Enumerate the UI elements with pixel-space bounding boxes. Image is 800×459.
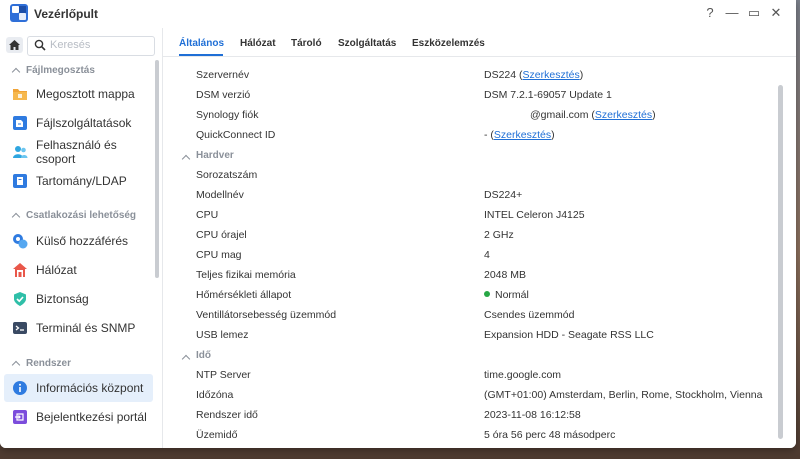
maximize-button[interactable]: ▭ xyxy=(746,5,762,21)
info-row-fan-mode: Ventillátorsebesség üzemmód Csendes üzem… xyxy=(196,309,575,321)
info-row-serial-number: Sorozatszám xyxy=(196,169,258,181)
info-row-system-time: Rendszer idő 2023-11-08 16:12:58 xyxy=(196,409,581,421)
tab-network[interactable]: Hálózat xyxy=(240,38,276,49)
chevron-up-icon xyxy=(11,67,21,76)
chevron-up-icon xyxy=(11,212,21,221)
sidebar-item-external-access[interactable]: Külső hozzáférés xyxy=(4,227,153,255)
user-group-icon xyxy=(12,144,28,160)
info-row-synology-account: Synology fiók @gmail.com (Szerkesztés) xyxy=(196,109,656,121)
window-title: Vezérlőpult xyxy=(34,7,99,21)
sidebar-item-domain-ldap[interactable]: Tartomány/LDAP xyxy=(4,167,153,195)
info-row-cpu: CPU INTEL Celeron J4125 xyxy=(196,209,585,221)
sidebar-item-network[interactable]: Hálózat xyxy=(4,256,153,284)
sidebar-item-info-center[interactable]: Információs központ xyxy=(4,374,153,402)
minimize-button[interactable]: — xyxy=(724,5,740,20)
edit-server-name-link[interactable]: Szerkesztés xyxy=(523,69,580,81)
sidebar-item-login-portal[interactable]: Bejelentkezési portál xyxy=(4,403,153,431)
info-row-cpu-cores: CPU mag 4 xyxy=(196,249,490,261)
group-header-time[interactable]: Idő xyxy=(177,345,777,365)
status-ok-dot xyxy=(484,291,490,297)
home-icon xyxy=(9,40,20,50)
tab-service[interactable]: Szolgáltatás xyxy=(338,38,396,49)
external-access-icon xyxy=(12,233,28,249)
edit-synology-account-link[interactable]: Szerkesztés xyxy=(595,109,652,121)
search-input[interactable] xyxy=(50,38,148,52)
info-row-usb-disk: USB lemez Expansion HDD - Seagate RSS LL… xyxy=(196,329,654,341)
control-panel-window: Vezérlőpult ? — ▭ ✕ Fájlmegosztás xyxy=(0,0,796,448)
chevron-up-icon xyxy=(181,354,191,364)
tab-general[interactable]: Általános xyxy=(179,38,224,49)
active-tab-indicator xyxy=(179,54,223,56)
terminal-icon xyxy=(12,320,28,336)
section-header-connectivity[interactable]: Csatlakozási lehetőség xyxy=(11,208,136,222)
info-row-quickconnect-id: QuickConnect ID - (Szerkesztés) xyxy=(196,129,555,141)
home-button[interactable] xyxy=(6,37,23,53)
sidebar-item-shared-folder[interactable]: Megosztott mappa xyxy=(4,80,153,108)
title-bar: Vezérlőpult ? — ▭ ✕ xyxy=(0,0,796,28)
content-scrollbar[interactable] xyxy=(778,85,783,439)
tab-storage[interactable]: Tároló xyxy=(291,38,322,49)
group-header-hardware[interactable]: Hardver xyxy=(177,145,777,165)
search-icon xyxy=(34,39,46,51)
main-panel: Általános Hálózat Tároló Szolgáltatás Es… xyxy=(163,28,796,448)
file-services-icon xyxy=(12,115,28,131)
info-row-ntp-server: NTP Server time.google.com xyxy=(196,369,562,381)
info-row-timezone: Időzóna (GMT+01:00) Amsterdam, Berlin, R… xyxy=(196,389,763,401)
tab-bar: Általános Hálózat Tároló Szolgáltatás Es… xyxy=(163,28,796,57)
domain-ldap-icon xyxy=(12,173,28,189)
close-button[interactable]: ✕ xyxy=(768,5,784,21)
section-header-file-sharing[interactable]: Fájlmegosztás xyxy=(11,63,95,77)
info-row-cpu-clock: CPU órajel 2 GHz xyxy=(196,229,514,241)
sidebar: Fájlmegosztás Megosztott mappa Fájlszolg… xyxy=(0,28,163,448)
section-header-system[interactable]: Rendszer xyxy=(11,356,71,370)
help-button[interactable]: ? xyxy=(702,5,718,20)
info-center-icon xyxy=(12,380,28,396)
search-box[interactable] xyxy=(27,36,155,56)
control-panel-app-icon xyxy=(10,4,28,22)
info-row-memory: Teljes fizikai memória 2048 MB xyxy=(196,269,527,281)
sidebar-item-security[interactable]: Biztonság xyxy=(4,285,153,313)
network-icon xyxy=(12,262,28,278)
info-row-server-name: Szervernév DS224 (Szerkesztés) xyxy=(196,69,584,81)
shared-folder-icon xyxy=(12,86,28,102)
shield-icon xyxy=(12,291,28,307)
info-row-thermal-status: Hőmérsékleti állapot Normál xyxy=(196,289,529,301)
info-row-dsm-version: DSM verzió DSM 7.2.1-69057 Update 1 xyxy=(196,89,612,101)
sidebar-scrollbar[interactable] xyxy=(155,60,159,278)
info-row-model-name: Modellnév DS224+ xyxy=(196,189,523,201)
sidebar-item-user-group[interactable]: Felhasználó és csoport xyxy=(4,138,153,166)
edit-quickconnect-link[interactable]: Szerkesztés xyxy=(494,129,551,141)
sidebar-item-file-services[interactable]: Fájlszolgáltatások xyxy=(4,109,153,137)
chevron-up-icon xyxy=(181,154,191,164)
sidebar-item-terminal-snmp[interactable]: Terminál és SNMP xyxy=(4,314,153,342)
login-portal-icon xyxy=(12,409,28,425)
tab-device-analytics[interactable]: Eszközelemzés xyxy=(412,38,485,49)
info-row-uptime: Üzemidő 5 óra 56 perc 48 másodperc xyxy=(196,429,616,441)
chevron-up-icon xyxy=(11,360,21,369)
